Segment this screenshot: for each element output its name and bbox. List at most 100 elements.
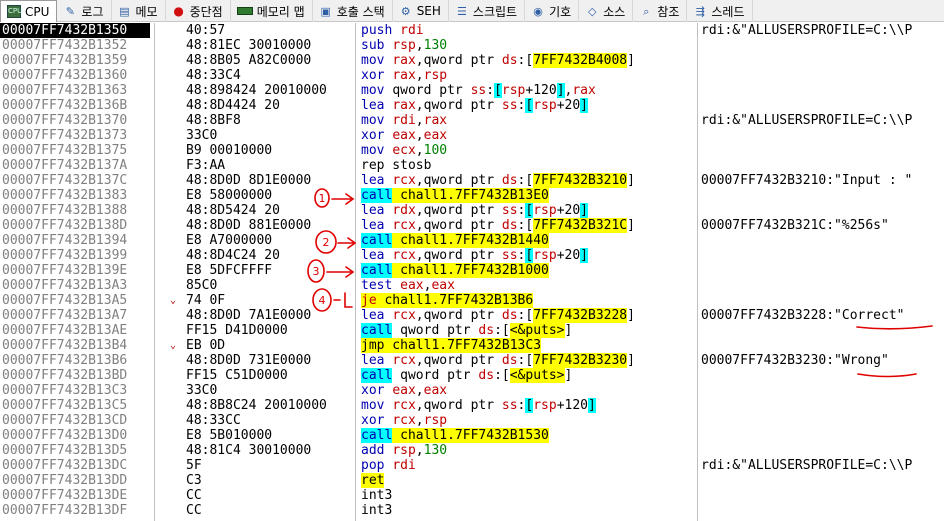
instruction-cell: lea rcx,qword ptr ds:[7FF7432B3210] bbox=[361, 173, 696, 188]
tab-3[interactable]: ● 중단점 bbox=[166, 0, 231, 22]
address-cell: 00007FF7432B1399 bbox=[2, 248, 128, 263]
disassembly-row[interactable]: 00007FF7432B1375 B9 00010000 mov ecx,100 bbox=[0, 143, 944, 158]
disassembly-row[interactable]: 00007FF7432B13BD FF15 C51D0000 call qword … bbox=[0, 368, 944, 383]
disassembly-row[interactable]: 00007FF7432B13AE FF15 D41D0000 call qword … bbox=[0, 323, 944, 338]
disassembly-row[interactable]: 00007FF7432B137A F3:AA rep stosb bbox=[0, 158, 944, 173]
disassembly-row[interactable]: 00007FF7432B1370 48:8BF8 mov rdi,rax rdi:&"… bbox=[0, 113, 944, 128]
instruction-token: <&puts> bbox=[509, 368, 565, 383]
disassembly-row[interactable]: 00007FF7432B1373 33C0 xor eax,eax bbox=[0, 128, 944, 143]
tab-5[interactable]: ▣ 호출 스택 bbox=[313, 0, 393, 22]
disassembly-row[interactable]: 00007FF7432B13A7 48:8D0D 7A1E0000 lea rcx,… bbox=[0, 308, 944, 323]
disassembly-row[interactable]: 00007FF7432B137C 48:8D0D 8D1E0000 lea rcx,… bbox=[0, 173, 944, 188]
instruction-cell: pop rdi bbox=[361, 458, 696, 473]
instruction-token: xor bbox=[361, 413, 393, 428]
symbols-icon: ◉ bbox=[533, 4, 543, 18]
jump-arrow-icon[interactable]: ⌄ bbox=[170, 293, 180, 308]
log-icon: ✎ bbox=[65, 4, 76, 18]
tab-7[interactable]: ☰ 스크립트 bbox=[449, 0, 526, 22]
bytes-cell: 48:8B8C24 20010000 bbox=[186, 398, 327, 413]
disassembly-row[interactable]: 00007FF7432B13D0 E8 5B010000 call chall1.7… bbox=[0, 428, 944, 443]
disassembly-row[interactable]: 00007FF7432B1383 E8 58000000 call chall1.7… bbox=[0, 188, 944, 203]
instruction-token: qword ptr bbox=[392, 323, 479, 338]
bytes-cell: 48:8D0D 881E0000 bbox=[186, 218, 312, 233]
tab-11[interactable]: ⇶ 스레드 bbox=[687, 0, 753, 22]
instruction-cell: je chall1.7FF7432B13B6 bbox=[361, 293, 696, 308]
disassembly-row[interactable]: 00007FF7432B13DC 5F pop rdi rdi:&"ALLUSERSP… bbox=[0, 458, 944, 473]
disassembly-row[interactable]: 00007FF7432B1352 48:81EC 30010000 sub rsp,… bbox=[0, 38, 944, 53]
bytes-cell: 48:8D0D 731E0000 bbox=[186, 353, 312, 368]
instruction-token: :[ bbox=[517, 353, 534, 368]
instruction-token: , bbox=[415, 38, 424, 53]
jump-arrow-icon[interactable]: ⌄ bbox=[170, 338, 180, 353]
instruction-token: rdx bbox=[392, 203, 416, 218]
instruction-token: qword ptr bbox=[392, 83, 471, 98]
disassembly-row[interactable]: 00007FF7432B13CD 48:33CC xor rcx,rsp bbox=[0, 413, 944, 428]
disassembly-row[interactable]: 00007FF7432B13C5 48:8B8C24 20010000 mov rc… bbox=[0, 398, 944, 413]
instruction-token: eax bbox=[423, 383, 448, 398]
disassembly-row[interactable]: 00007FF7432B13DE CC int3 bbox=[0, 488, 944, 503]
instruction-token: rsp bbox=[533, 398, 557, 413]
instruction-cell: xor eax,eax bbox=[361, 383, 696, 398]
disassembly-row[interactable]: 00007FF7432B1399 48:8D4C24 20 lea rcx,qwor… bbox=[0, 248, 944, 263]
address-cell: 00007FF7432B13DF bbox=[2, 503, 128, 518]
instruction-token: 7FF7432B3228 bbox=[533, 308, 628, 323]
instruction-cell: lea rcx,qword ptr ds:[7FF7432B3230] bbox=[361, 353, 696, 368]
instruction-token: ds bbox=[501, 308, 518, 323]
tab-1[interactable]: ✎ 로그 bbox=[57, 0, 112, 22]
bytes-cell: CC bbox=[186, 503, 202, 518]
bytes-cell: EB 0D bbox=[186, 338, 226, 353]
disassembly-row[interactable]: 00007FF7432B13B6 48:8D0D 731E0000 lea rcx,… bbox=[0, 353, 944, 368]
disassembly-row[interactable]: 00007FF7432B13DF CC int3 bbox=[0, 503, 944, 518]
disassembly-row[interactable]: 00007FF7432B1363 48:898424 20010000 mov qw… bbox=[0, 83, 944, 98]
instruction-token: rcx bbox=[392, 353, 416, 368]
disassembly-row[interactable]: 00007FF7432B13A3 85C0 test eax,eax bbox=[0, 278, 944, 293]
disassembly-row[interactable]: 00007FF7432B139E E8 5DFCFFFF call chall1.7… bbox=[0, 263, 944, 278]
disassembly-row[interactable]: 00007FF7432B1350 40:57 push rdi rdi:&"ALLUS… bbox=[0, 23, 944, 38]
instruction-token: ecx bbox=[392, 143, 416, 158]
instruction-token: ] bbox=[627, 218, 635, 233]
tab-4[interactable]: 메모리 맵 bbox=[231, 0, 313, 22]
instruction-token: <&puts> bbox=[509, 323, 565, 338]
instruction-token: rdi bbox=[392, 458, 416, 473]
disassembly-view[interactable]: 00007FF7432B1350 40:57 push rdi rdi:&"ALLUS… bbox=[0, 23, 944, 518]
instruction-token: ret bbox=[361, 473, 385, 488]
tab-10[interactable]: ⌕ 참조 bbox=[633, 0, 688, 22]
disassembly-row[interactable]: 00007FF7432B1388 48:8D5424 20 lea rdx,qwor… bbox=[0, 203, 944, 218]
tab-0[interactable]: CPU CPU bbox=[0, 0, 58, 22]
instruction-token: rsp bbox=[533, 203, 557, 218]
tab-6[interactable]: ⚙ SEH bbox=[393, 0, 449, 22]
instruction-token: lea bbox=[361, 98, 393, 113]
disassembly-row[interactable]: 00007FF7432B136B 48:8D4424 20 lea rax,qwor… bbox=[0, 98, 944, 113]
tab-8[interactable]: ◉ 기호 bbox=[525, 0, 580, 22]
instruction-cell: ret bbox=[361, 473, 696, 488]
instruction-token: lea bbox=[361, 353, 393, 368]
instruction-token: chall1.7FF7432B13B6 bbox=[376, 293, 534, 308]
tab-label: 참조 bbox=[657, 4, 680, 19]
disassembly-row[interactable]: 00007FF7432B13B4 ⌄ EB 0D jmp chall1.7FF7432… bbox=[0, 338, 944, 353]
instruction-token: , bbox=[415, 413, 424, 428]
instruction-token: xor bbox=[361, 383, 393, 398]
disassembly-row[interactable]: 00007FF7432B13DD C3 ret bbox=[0, 473, 944, 488]
instruction-token: rsp bbox=[423, 413, 448, 428]
disassembly-row[interactable]: 00007FF7432B13D5 48:81C4 30010000 add rsp,… bbox=[0, 443, 944, 458]
tab-2[interactable]: ▤ 메모 bbox=[112, 0, 166, 22]
bytes-cell: 48:33CC bbox=[186, 413, 241, 428]
instruction-token: lea bbox=[361, 308, 393, 323]
instruction-token: chall1.7FF7432B1530 bbox=[392, 428, 549, 443]
address-cell: 00007FF7432B137A bbox=[2, 158, 128, 173]
bytes-cell: FF15 C51D0000 bbox=[186, 368, 288, 383]
instruction-token: ss bbox=[501, 203, 518, 218]
instruction-token: :[ bbox=[494, 368, 510, 383]
bytes-cell: B9 00010000 bbox=[186, 143, 273, 158]
disassembly-row[interactable]: 00007FF7432B1360 48:33C4 xor rax,rsp bbox=[0, 68, 944, 83]
disassembly-row[interactable]: 00007FF7432B1359 48:8B05 A82C0000 mov rax,… bbox=[0, 53, 944, 68]
instruction-token: rax bbox=[392, 53, 416, 68]
disassembly-row[interactable]: 00007FF7432B1394 E8 A7000000 call chall1.7… bbox=[0, 233, 944, 248]
disassembly-row[interactable]: 00007FF7432B13C3 33C0 xor eax,eax bbox=[0, 383, 944, 398]
instruction-token: call bbox=[361, 233, 393, 248]
tab-9[interactable]: ◇ 소스 bbox=[579, 0, 634, 22]
disassembly-row[interactable]: 00007FF7432B13A5 ⌄ 74 0F je chall1.7FF7432B… bbox=[0, 293, 944, 308]
instruction-token: ] bbox=[564, 323, 573, 338]
disassembly-row[interactable]: 00007FF7432B138D 48:8D0D 881E0000 lea rcx,… bbox=[0, 218, 944, 233]
bytes-cell: 48:8D5424 20 bbox=[186, 203, 280, 218]
